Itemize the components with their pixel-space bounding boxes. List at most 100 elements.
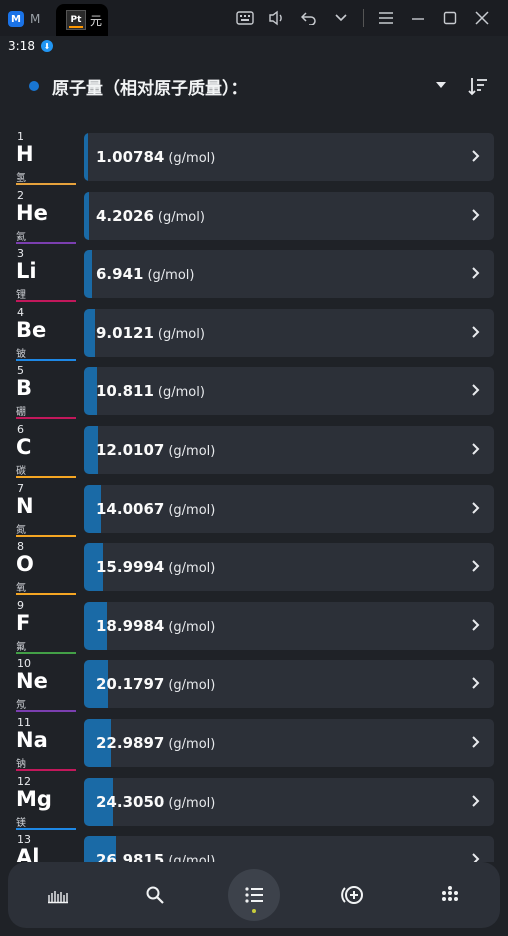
element-label: 9 F 氟	[16, 598, 78, 654]
atomic-mass-value: 14.0067	[96, 499, 165, 518]
atomic-mass-value: 24.3050	[96, 792, 165, 811]
menu-icon[interactable]	[370, 7, 402, 29]
list-item[interactable]: 1 H 氢 1.00784 (g/mol)	[0, 129, 508, 185]
spectrum-icon[interactable]	[32, 869, 84, 921]
back-icon[interactable]	[293, 7, 325, 29]
chevron-right-icon	[470, 849, 482, 862]
value-card[interactable]: 6.941 (g/mol)	[84, 250, 494, 299]
search-icon[interactable]	[129, 869, 181, 921]
category-underline	[16, 241, 76, 244]
value-card[interactable]: 22.9897 (g/mol)	[84, 719, 494, 767]
volume-icon[interactable]	[261, 7, 293, 29]
list-item[interactable]: 9 F 氟 18.9984 (g/mol)	[0, 598, 508, 654]
keyboard-icon[interactable]	[229, 7, 261, 29]
value-bar	[84, 133, 88, 181]
element-label: 5 B 硼	[16, 363, 78, 420]
element-name: 氟	[16, 641, 26, 653]
element-name: 氢	[16, 173, 26, 184]
element-name: 氮	[16, 524, 26, 536]
chevron-right-icon	[470, 732, 482, 752]
category-underline	[16, 358, 76, 361]
value-card[interactable]: 4.2026 (g/mol)	[84, 191, 494, 240]
element-label: 2 He 氦	[16, 188, 78, 244]
value-card[interactable]: 14.0067 (g/mol)	[84, 484, 494, 533]
close-icon[interactable]	[466, 7, 498, 29]
atomic-mass: 22.9897 (g/mol)	[96, 734, 215, 752]
list-item[interactable]: 2 He 氦 4.2026 (g/mol)	[0, 188, 508, 244]
list-item[interactable]: 5 B 硼 10.811 (g/mol)	[0, 363, 508, 420]
element-symbol: Na	[16, 728, 48, 752]
value-card[interactable]: 1.00784 (g/mol)	[84, 133, 494, 181]
category-underline	[16, 534, 76, 537]
sort-icon[interactable]	[466, 74, 490, 98]
list-item[interactable]: 6 C 碳 12.0107 (g/mol)	[0, 422, 508, 478]
atomic-mass-value: 20.1797	[96, 675, 165, 694]
maximize-icon[interactable]	[434, 7, 466, 29]
chevron-right-icon	[470, 322, 482, 342]
category-underline	[16, 769, 76, 771]
value-card[interactable]: 12.0107 (g/mol)	[84, 426, 494, 474]
dropdown-arrow-icon[interactable]	[434, 78, 448, 92]
element-label: 7 N 氮	[16, 481, 78, 537]
value-card[interactable]: 9.0121 (g/mol)	[84, 308, 494, 357]
value-card[interactable]: 20.1797 (g/mol)	[84, 660, 494, 709]
value-card[interactable]: 18.9984 (g/mol)	[84, 601, 494, 650]
atomic-mass: 6.941 (g/mol)	[96, 265, 194, 283]
atomic-mass-unit: (g/mol)	[168, 502, 216, 518]
atomic-mass: 1.00784 (g/mol)	[96, 148, 215, 166]
atomic-mass-unit: (g/mol)	[168, 737, 216, 752]
value-bar	[84, 308, 95, 357]
value-card[interactable]: 10.811 (g/mol)	[84, 367, 494, 416]
list-item[interactable]: 13 Al 铝 26.9815(g/mol)	[0, 832, 508, 862]
minimize-icon[interactable]	[402, 7, 434, 29]
value-card[interactable]: 26.9815 (g/mol)	[84, 836, 494, 862]
element-name: 硼	[16, 407, 26, 419]
download-icon: ⬇	[40, 40, 53, 52]
list-item[interactable]: 3 Li 锂 6.941 (g/mol)	[0, 246, 508, 303]
atomic-mass: 26.9815 (g/mol)	[96, 851, 215, 862]
category-underline	[16, 476, 76, 478]
atomic-mass-unit: (g/mol)	[168, 854, 216, 862]
value-bar	[84, 250, 92, 299]
category-underline	[16, 593, 76, 596]
list-item[interactable]: 7 N 氮 14.0067 (g/mol)	[0, 481, 508, 537]
atomic-mass-unit: (g/mol)	[157, 326, 205, 342]
list-item[interactable]: 8 O 氧 15.9994 (g/mol)	[0, 539, 508, 596]
atomic-mass-unit: (g/mol)	[157, 209, 205, 225]
value-card[interactable]: 24.3050 (g/mol)	[84, 777, 494, 826]
dots-grid-icon[interactable]	[424, 869, 476, 921]
list-icon[interactable]	[228, 869, 280, 921]
page-title[interactable]: 原子量（相对原子质量）：	[52, 74, 248, 99]
tab-inactive[interactable]: M M	[8, 6, 56, 32]
category-underline	[16, 827, 76, 830]
element-label: 12 Mg 镁	[16, 774, 78, 830]
list-item[interactable]: 12 Mg 镁 24.3050 (g/mol)	[0, 774, 508, 830]
value-card[interactable]: 15.9994 (g/mol)	[84, 543, 494, 592]
list-item[interactable]: 10 Ne 氖 20.1797 (g/mol)	[0, 656, 508, 713]
list-item[interactable]: 4 Be 铍 9.0121 (g/mol)	[0, 305, 508, 361]
atomic-mass-unit: (g/mol)	[168, 678, 216, 694]
atomic-mass-value: 10.811	[96, 382, 154, 401]
element-name: 铍	[16, 348, 26, 360]
indicator-dot-icon	[29, 81, 39, 91]
atomic-mass-value: 18.9984	[96, 616, 165, 635]
add-circle-icon[interactable]	[326, 869, 378, 921]
atomic-mass-unit: (g/mol)	[157, 385, 205, 401]
element-symbol: Ne	[16, 669, 48, 694]
atomic-mass: 20.1797 (g/mol)	[96, 675, 215, 693]
chevron-down-icon[interactable]	[325, 7, 357, 29]
chevron-right-icon	[470, 791, 482, 811]
element-list[interactable]: 1 H 氢 1.00784 (g/mol) 2 He 氦 4.2026 (g/mol…	[0, 129, 508, 862]
tab-active[interactable]: Pt 元	[56, 4, 108, 36]
chevron-right-icon	[470, 498, 482, 518]
periodic-table-app-icon: Pt	[66, 10, 86, 30]
atomic-mass: 14.0067 (g/mol)	[96, 500, 215, 518]
atomic-mass: 18.9984 (g/mol)	[96, 617, 215, 635]
element-symbol: N	[16, 493, 34, 518]
page-header: 原子量（相对原子质量）：	[0, 68, 508, 104]
list-item[interactable]: 11 Na 钠 22.9897 (g/mol)	[0, 715, 508, 771]
element-name: 钠	[16, 759, 26, 770]
atomic-mass: 24.3050 (g/mol)	[96, 793, 215, 811]
element-symbol: C	[16, 435, 32, 459]
element-label: 10 Ne 氖	[16, 656, 78, 713]
